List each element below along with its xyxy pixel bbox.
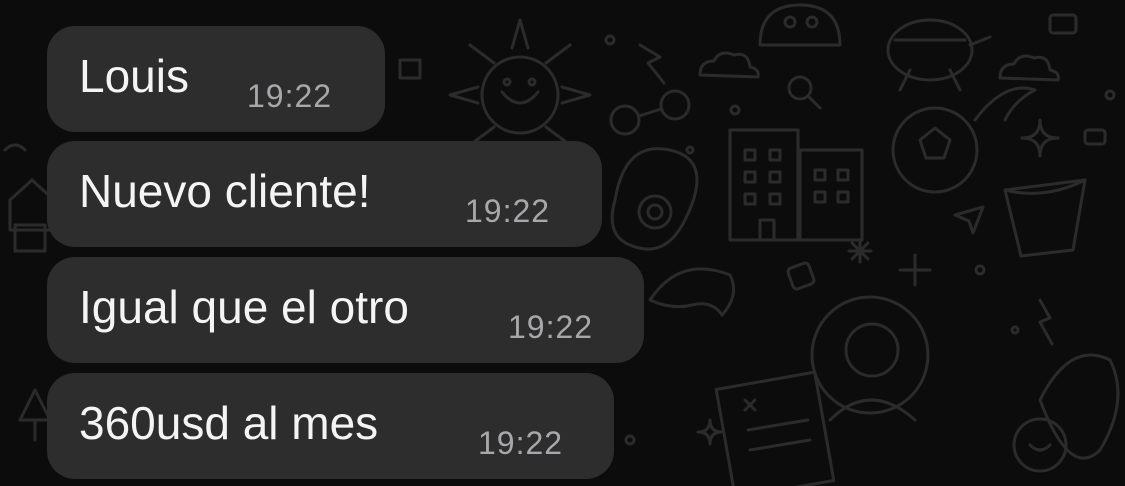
send-doodle-icon	[953, 205, 985, 235]
message-timestamp: 19:22	[508, 309, 594, 345]
tree-doodle-icon	[18, 388, 52, 442]
avocado-doodle-icon	[1012, 353, 1120, 473]
message-text: 360usd al mes	[79, 397, 379, 449]
message-timestamp: 19:22	[478, 425, 564, 461]
cloud-doodle-icon	[998, 54, 1060, 82]
dots-doodle-icon	[3, 143, 27, 152]
lightning-doodle-icon	[1038, 298, 1054, 346]
pot-doodle-icon	[1003, 178, 1087, 258]
chat-view[interactable]: Louis 19:22 Nuevo cliente! 19:22 Igual q…	[0, 0, 1125, 486]
message-text: Nuevo cliente!	[79, 165, 371, 217]
sparkle-doodle-icon	[1020, 118, 1060, 158]
turtle-doodle-icon	[886, 18, 992, 92]
portrait-doodle-icon	[810, 295, 930, 422]
egg-doodle-icon	[610, 147, 699, 251]
message-bubble[interactable]: Igual que el otro 19:22	[47, 257, 644, 363]
star-doodle-icon	[696, 418, 724, 446]
dice-doodle-icon	[786, 261, 816, 291]
asterisk-doodle-icon	[847, 238, 873, 264]
plus-doodle-icon	[898, 253, 932, 287]
message-text: Louis	[79, 50, 189, 102]
sun-doodle-icon	[448, 18, 592, 147]
message-timestamp: 19:22	[465, 193, 551, 229]
buildings-doodle-icon	[728, 128, 864, 242]
croissant-doodle-icon	[648, 267, 736, 317]
soccer-ball-doodle-icon	[891, 86, 1037, 194]
face-doodle-icon	[758, 3, 842, 47]
message-timestamp: 19:22	[247, 78, 333, 114]
glasses-doodle-icon	[609, 89, 691, 136]
lightning-doodle-icon	[638, 43, 666, 85]
notebook-doodle-icon	[714, 370, 836, 486]
message-bubble[interactable]: Nuevo cliente! 19:22	[47, 141, 602, 247]
cloud-doodle-icon	[698, 51, 760, 79]
message-text: Igual que el otro	[79, 281, 409, 333]
message-bubble[interactable]: 360usd al mes 19:22	[47, 373, 614, 479]
magnifier-doodle-icon	[787, 75, 822, 110]
message-bubble[interactable]: Louis 19:22	[47, 26, 385, 132]
